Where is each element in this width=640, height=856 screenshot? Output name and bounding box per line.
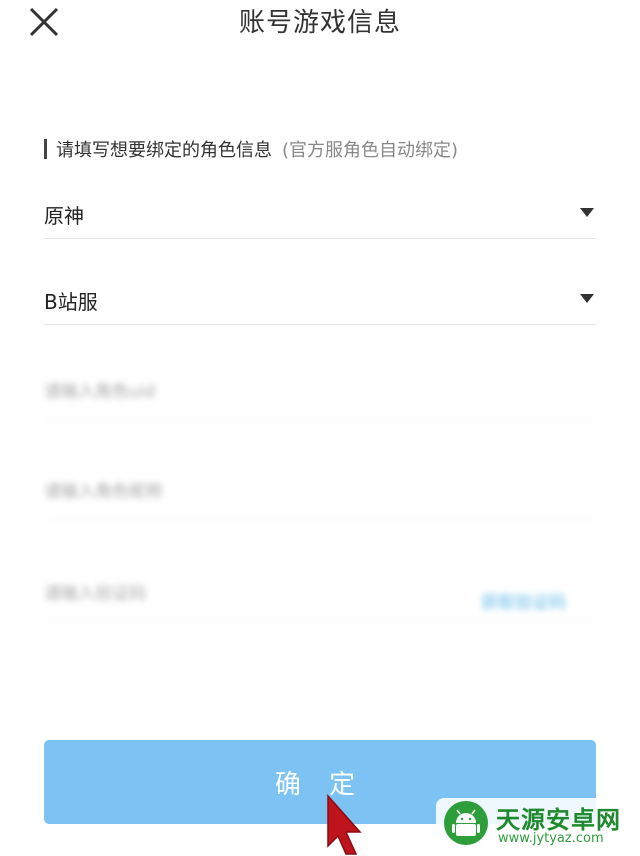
server-select-value: B站服 [44,290,98,314]
code-field-row: 获取验证码 [44,584,600,621]
page-title: 账号游戏信息 [238,8,401,38]
watermark-url: www.jytyaz.com [498,831,604,846]
game-select-value: 原神 [44,204,84,228]
uid-input[interactable] [44,382,404,402]
game-select[interactable]: 原神 [44,196,596,239]
nickname-input[interactable] [44,482,404,502]
section-note: (官方服角色自动绑定) [282,140,459,161]
section-label: 请填写想要绑定的角色信息 (官方服角色自动绑定) [44,136,458,162]
uid-field-row [44,382,600,419]
caret-down-icon [580,208,594,217]
server-select[interactable]: B站服 [44,282,596,325]
code-input[interactable] [44,584,404,604]
watermark: 天源安卓网 www.jytyaz.com [436,798,640,853]
watermark-title: 天源安卓网 [496,806,621,834]
section-label-text: 请填写想要绑定的角色信息 [56,140,272,161]
nickname-field-row [44,482,600,519]
caret-down-icon [580,294,594,303]
android-logo-icon [444,801,488,845]
cursor-pointer-icon [327,794,362,855]
get-code-link[interactable]: 获取验证码 [481,588,566,613]
section-bar [44,139,47,159]
app-header: 账号游戏信息 [0,0,640,60]
